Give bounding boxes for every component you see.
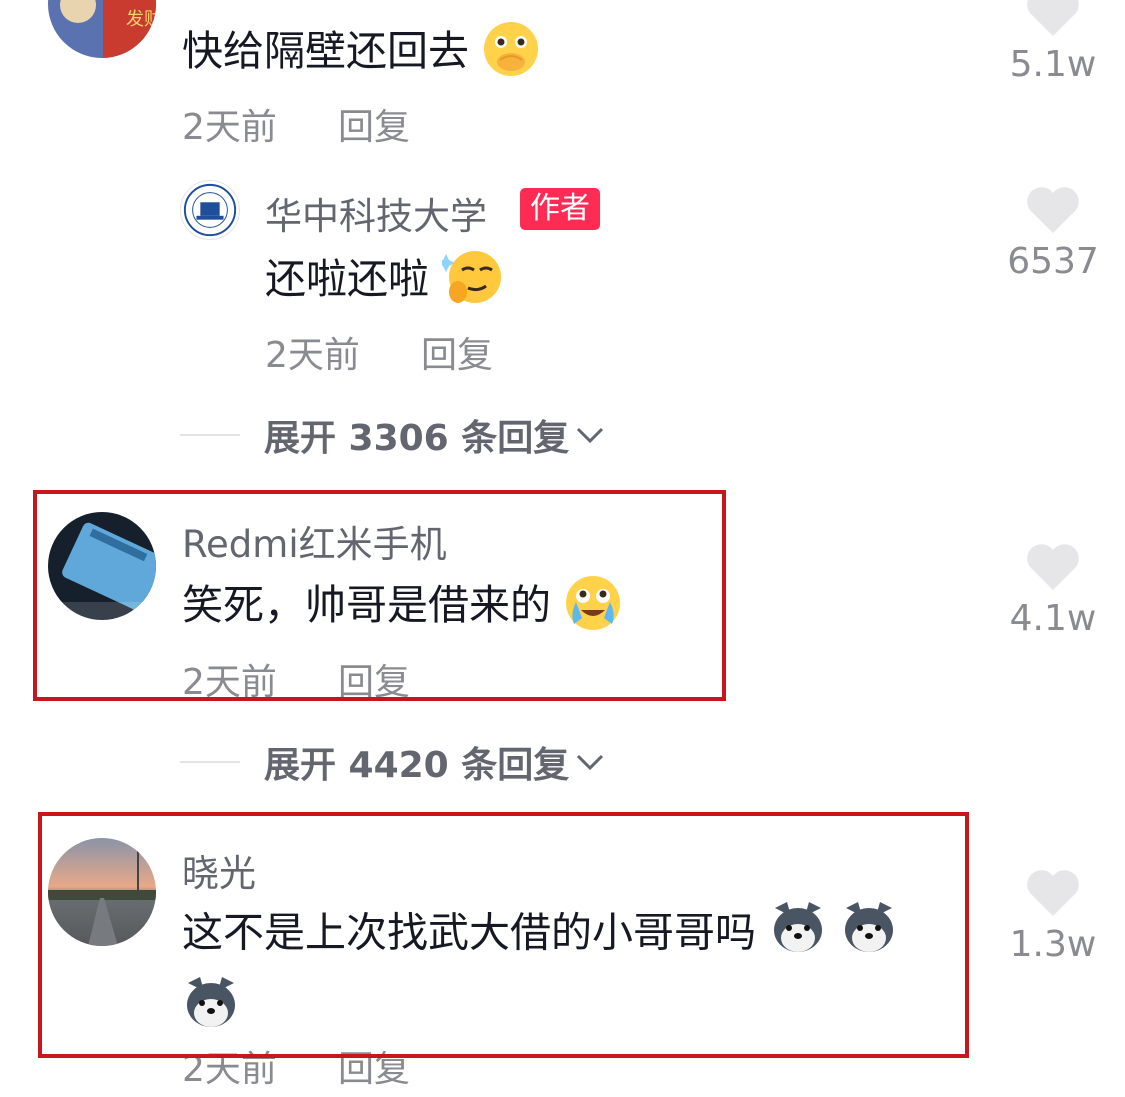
expand-replies-label: 展开 3306 条回复 [264,418,570,459]
covering-mouth-emoji [482,20,540,88]
chevron-down-icon [577,754,604,771]
username[interactable]: Redmi红米手机 [182,514,447,568]
reply-button[interactable]: 回复 [338,98,410,150]
heart-icon [1027,0,1079,36]
avatar[interactable] [48,512,156,620]
like-count: 1.3w [1009,924,1097,965]
like-button[interactable]: 6537 [1003,185,1103,282]
chevron-down-icon [577,427,604,444]
like-count: 6537 [1007,241,1099,282]
like-count: 5.1w [1009,44,1097,85]
smug-thinking-emoji [437,248,504,316]
like-button[interactable]: 4.1w [1003,542,1103,639]
comment-time: 2天前 [265,335,360,376]
reply-button[interactable]: 回复 [421,326,493,378]
comment-text: 快给隔壁还回去 [182,20,540,88]
doge-emoji [182,973,240,1048]
avatar[interactable]: 发财 [48,0,156,58]
avatar[interactable] [48,838,156,946]
doge-emoji [840,898,898,973]
heart-icon [1027,870,1079,916]
expand-replies-label: 展开 4420 条回复 [264,745,570,786]
divider-line [180,761,240,763]
username[interactable]: 华中科技大学 [265,186,487,240]
comment-text: 笑死，帅哥是借来的 [182,574,622,642]
laughing-crying-emoji [564,574,622,642]
divider-line [180,434,240,436]
like-button[interactable]: 1.3w [1003,868,1103,965]
comment-time: 2天前 [182,662,277,703]
reply-button[interactable]: 回复 [338,653,410,705]
comment-time: 2天前 [182,1049,277,1090]
author-badge: 作者 [520,188,600,230]
comment-time: 2天前 [182,107,277,148]
svg-text:发财: 发财 [126,9,156,29]
reply-button[interactable]: 回复 [338,1040,410,1092]
comment-text: 这不是上次找武大借的小哥哥吗 [182,898,952,1048]
like-button[interactable]: 5.1w [1003,0,1103,85]
avatar[interactable] [180,180,240,240]
comment-text: 还啦还啦 [265,248,504,316]
expand-replies-button[interactable]: 展开 4420 条回复 [180,737,605,787]
heart-icon [1027,544,1079,590]
heart-icon [1027,187,1079,233]
doge-emoji [769,898,827,973]
like-count: 4.1w [1009,598,1097,639]
username[interactable]: 晓光 [182,843,256,897]
expand-replies-button[interactable]: 展开 3306 条回复 [180,410,605,460]
